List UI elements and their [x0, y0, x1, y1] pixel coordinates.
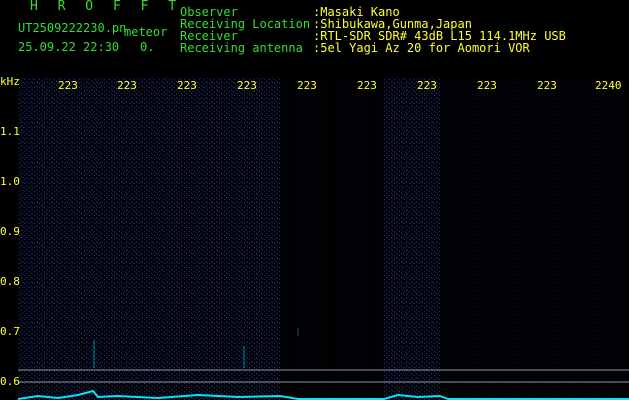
x-tick: 223 — [177, 79, 197, 92]
count-label: 0. — [140, 40, 155, 54]
filename-label: UT2509222230.pn — [18, 21, 127, 35]
y-tick: 0.9 — [0, 225, 20, 238]
y-tick: 1.0 — [0, 175, 20, 188]
y-tick: 0.7 — [0, 325, 20, 338]
spectrogram — [18, 78, 629, 400]
y-tick: 0.8 — [0, 275, 20, 288]
program-title: H R O F F T — [30, 0, 183, 14]
mode-label: meteor — [124, 25, 168, 39]
x-tick: 223 — [357, 79, 377, 92]
x-tick: 223 — [417, 79, 437, 92]
x-tick: 223 — [297, 79, 317, 92]
y-tick: 0.6 — [0, 375, 20, 388]
antenna-value: :5el Yagi Az 20 for Aomori VOR — [313, 41, 530, 55]
x-tick: 223 — [477, 79, 497, 92]
datetime-label: 25.09.22 22:30 — [18, 40, 120, 54]
x-tick: 2240 — [595, 79, 622, 92]
antenna-label: Receiving antenna — [180, 41, 303, 55]
y-tick: 1.1 — [0, 125, 20, 138]
x-tick: 223 — [237, 79, 257, 92]
x-tick: 223 — [117, 79, 137, 92]
x-tick: 223 — [537, 79, 557, 92]
y-axis-unit: kHz — [0, 75, 20, 88]
x-tick: 223 — [58, 79, 78, 92]
